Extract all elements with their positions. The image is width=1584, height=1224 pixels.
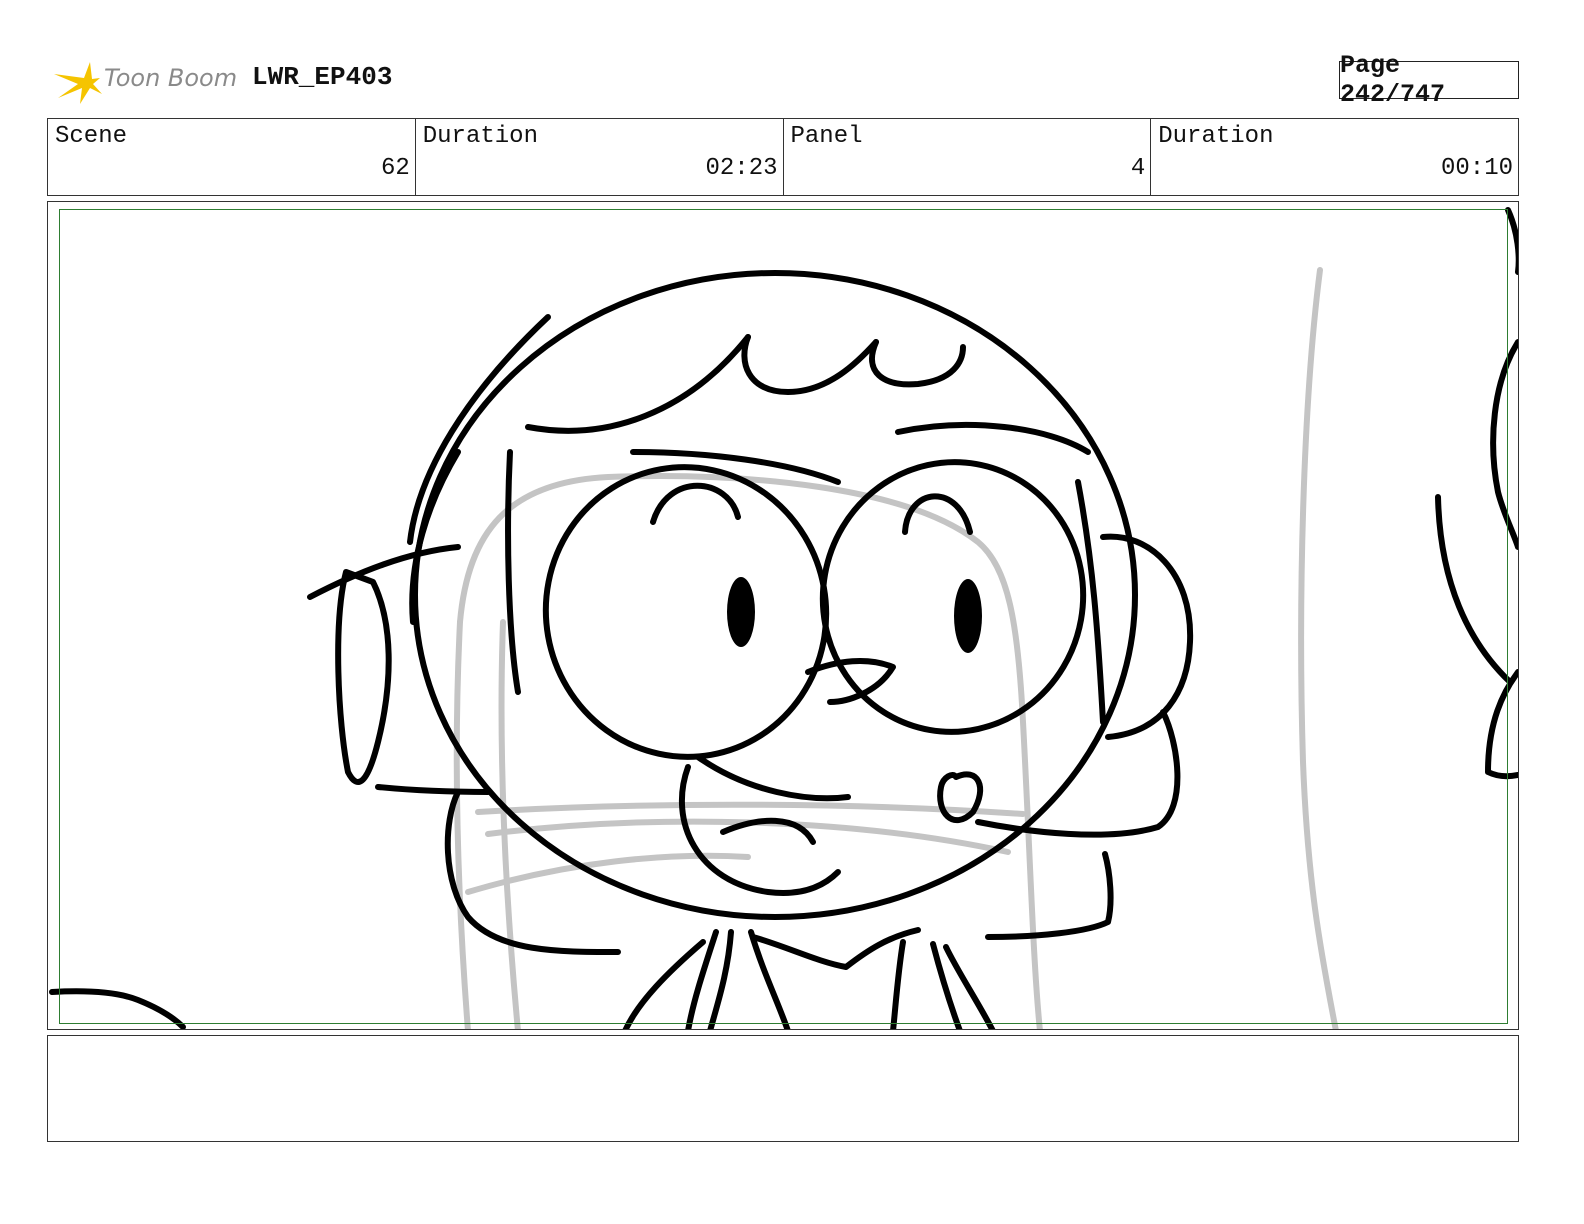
storyboard-panel <box>47 201 1519 1030</box>
scene-duration-cell: Duration 02:23 <box>416 119 784 195</box>
page-indicator: Page 242/747 <box>1339 51 1519 109</box>
scene-duration-label: Duration <box>422 123 538 150</box>
logo-text: Toon Boom <box>104 64 238 92</box>
logo-star-icon <box>54 62 102 104</box>
project-title: LWR_EP403 <box>252 62 393 92</box>
scene-value: 62 <box>380 155 410 182</box>
scene-duration-value: 02:23 <box>705 155 778 182</box>
panel-sketch <box>49 207 1518 1029</box>
panel-cell: Panel 4 <box>784 119 1152 195</box>
pupils <box>727 577 982 653</box>
scene-label: Scene <box>55 123 128 150</box>
panel-duration-cell: Duration 00:10 <box>1151 119 1518 195</box>
scene-cell: Scene 62 <box>48 119 416 195</box>
panel-value: 4 <box>1130 155 1146 182</box>
scene-info-table: Scene 62 Duration 02:23 Panel 4 Duration… <box>47 118 1519 196</box>
panel-label: Panel <box>790 123 863 150</box>
panel-duration-label: Duration <box>1158 123 1274 150</box>
panel-notes <box>47 1035 1519 1142</box>
panel-duration-value: 00:10 <box>1440 155 1513 182</box>
